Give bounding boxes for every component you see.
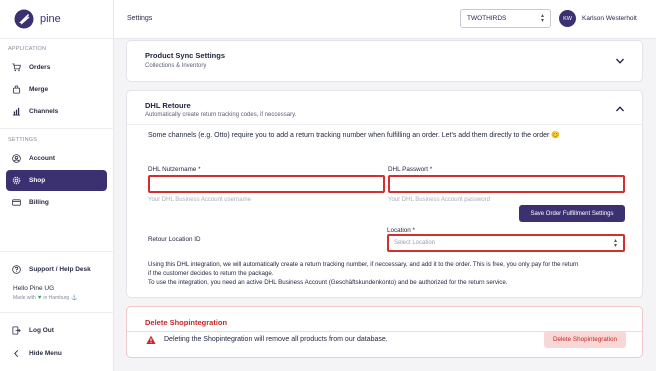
sidebar-item-merge[interactable]: Merge [6,79,107,100]
delete-shopintegration-card: Delete Shopintegration Deleting the Shop… [126,306,643,358]
sidebar-item-label: Account [29,155,55,162]
location-select-placeholder: Select Location [394,240,436,246]
card-title: DHL Retoure [145,101,191,110]
location-select[interactable]: Select Location ▴ ▾ [387,234,625,252]
delete-shopintegration-button[interactable]: Delete Shopintegration [544,331,626,348]
sidebar-item-label: Billing [29,199,49,206]
hide-menu-label: Hide Menu [29,350,62,357]
avatar[interactable]: KW [559,10,576,27]
sidebar-item-account[interactable]: Account [6,148,107,169]
divider [0,38,114,39]
org-name: Hello Pine UG [13,285,55,292]
sidebar-item-label: Merge [29,86,49,93]
sidebar-item-label: Support / Help Desk [29,266,91,273]
hide-menu-button[interactable]: Hide Menu [6,343,107,364]
organization-info: Hello Pine UG Made with ♥ in Hamburg ⚓ [13,285,77,301]
username-label: DHL Nutzername * [148,166,201,173]
location-label: Location * [387,227,416,234]
sidebar-item-shop[interactable]: Shop [6,170,107,191]
page-title: Settings [127,15,153,22]
product-sync-card[interactable]: Product Sync Settings Collections & Inve… [126,40,643,82]
dhl-info-line: To use the integration, you need an acti… [148,279,508,286]
store-select-value: TWOTHIRDS [467,15,507,22]
password-hint: Your DHL Business Account password [388,197,490,203]
chevron-left-icon [14,350,19,357]
divider [127,124,642,125]
divider [0,251,114,252]
logout-button[interactable]: Log Out [6,320,107,341]
card-subtitle: Automatically create return tracking cod… [145,112,297,118]
sidebar-item-channels[interactable]: Channels [6,101,107,122]
heart-icon: ♥ [37,295,42,301]
logout-label: Log Out [29,327,54,334]
divider [0,128,114,129]
sidebar-item-support[interactable]: Support / Help Desk [6,259,107,280]
bag-icon [12,85,21,94]
section-title-application: APPLICATION [8,46,47,52]
bar-chart-icon [12,107,21,116]
store-select[interactable]: TWOTHIRDS ▴ ▾ [460,9,551,28]
user-name[interactable]: Karlson Westerholt [582,15,637,22]
sidebar-item-label: Shop [29,177,46,184]
brand-name: pine [40,13,61,25]
made-with-text: Made with ♥ in Hamburg ⚓ [13,295,77,301]
card-title: Product Sync Settings [145,51,226,60]
sidebar-item-orders[interactable]: Orders [6,57,107,78]
made-with-label: Made with [13,295,36,301]
username-hint: Your DHL Business Account username [148,197,251,203]
cart-icon [12,63,21,72]
dhl-password-input[interactable] [388,175,625,193]
delete-warning-text: Deleting the Shopintegration will remove… [164,336,388,343]
sidebar: pine APPLICATION Orders Merge Channels S… [0,0,114,371]
help-circle-icon [12,265,21,274]
dhl-info-line: Using this DHL integration, we will auto… [148,261,579,268]
divider [0,312,114,313]
logo[interactable]: pine [14,9,61,29]
dhl-username-input[interactable] [148,175,385,193]
password-label: DHL Passwort * [388,166,433,173]
updown-chevron-icon: ▴ ▾ [540,13,544,24]
sidebar-item-label: Channels [29,108,59,115]
card-title: Delete Shopintegration [145,318,228,327]
warning-icon [146,335,156,344]
credit-card-icon [12,199,21,206]
chevron-up-icon[interactable] [615,104,625,114]
save-order-fulfillment-button[interactable]: Save Order Fulfillment Settings [519,205,625,222]
chevron-down-icon[interactable] [615,56,625,66]
user-circle-icon [12,154,21,163]
dhl-intro-text: Some channels (e.g. Otto) require you to… [148,132,560,139]
sidebar-item-billing[interactable]: Billing [6,192,107,213]
logout-icon [12,326,21,335]
dhl-info-line: if the customer decides to return the pa… [148,270,274,277]
retour-location-label: Retour Location ID [148,236,201,243]
pine-logo-icon [14,9,34,29]
section-title-settings: SETTINGS [8,137,38,143]
gear-icon [12,176,21,185]
card-subtitle: Collections & Inventory [145,63,207,69]
anchor-icon: ⚓ [71,295,78,301]
updown-chevron-icon: ▴ ▾ [613,238,617,249]
made-in-label: in Hamburg [43,295,70,301]
sidebar-item-label: Orders [29,64,51,71]
top-bar: Settings TWOTHIRDS ▴ ▾ KW Karlson Westerh… [114,0,656,39]
